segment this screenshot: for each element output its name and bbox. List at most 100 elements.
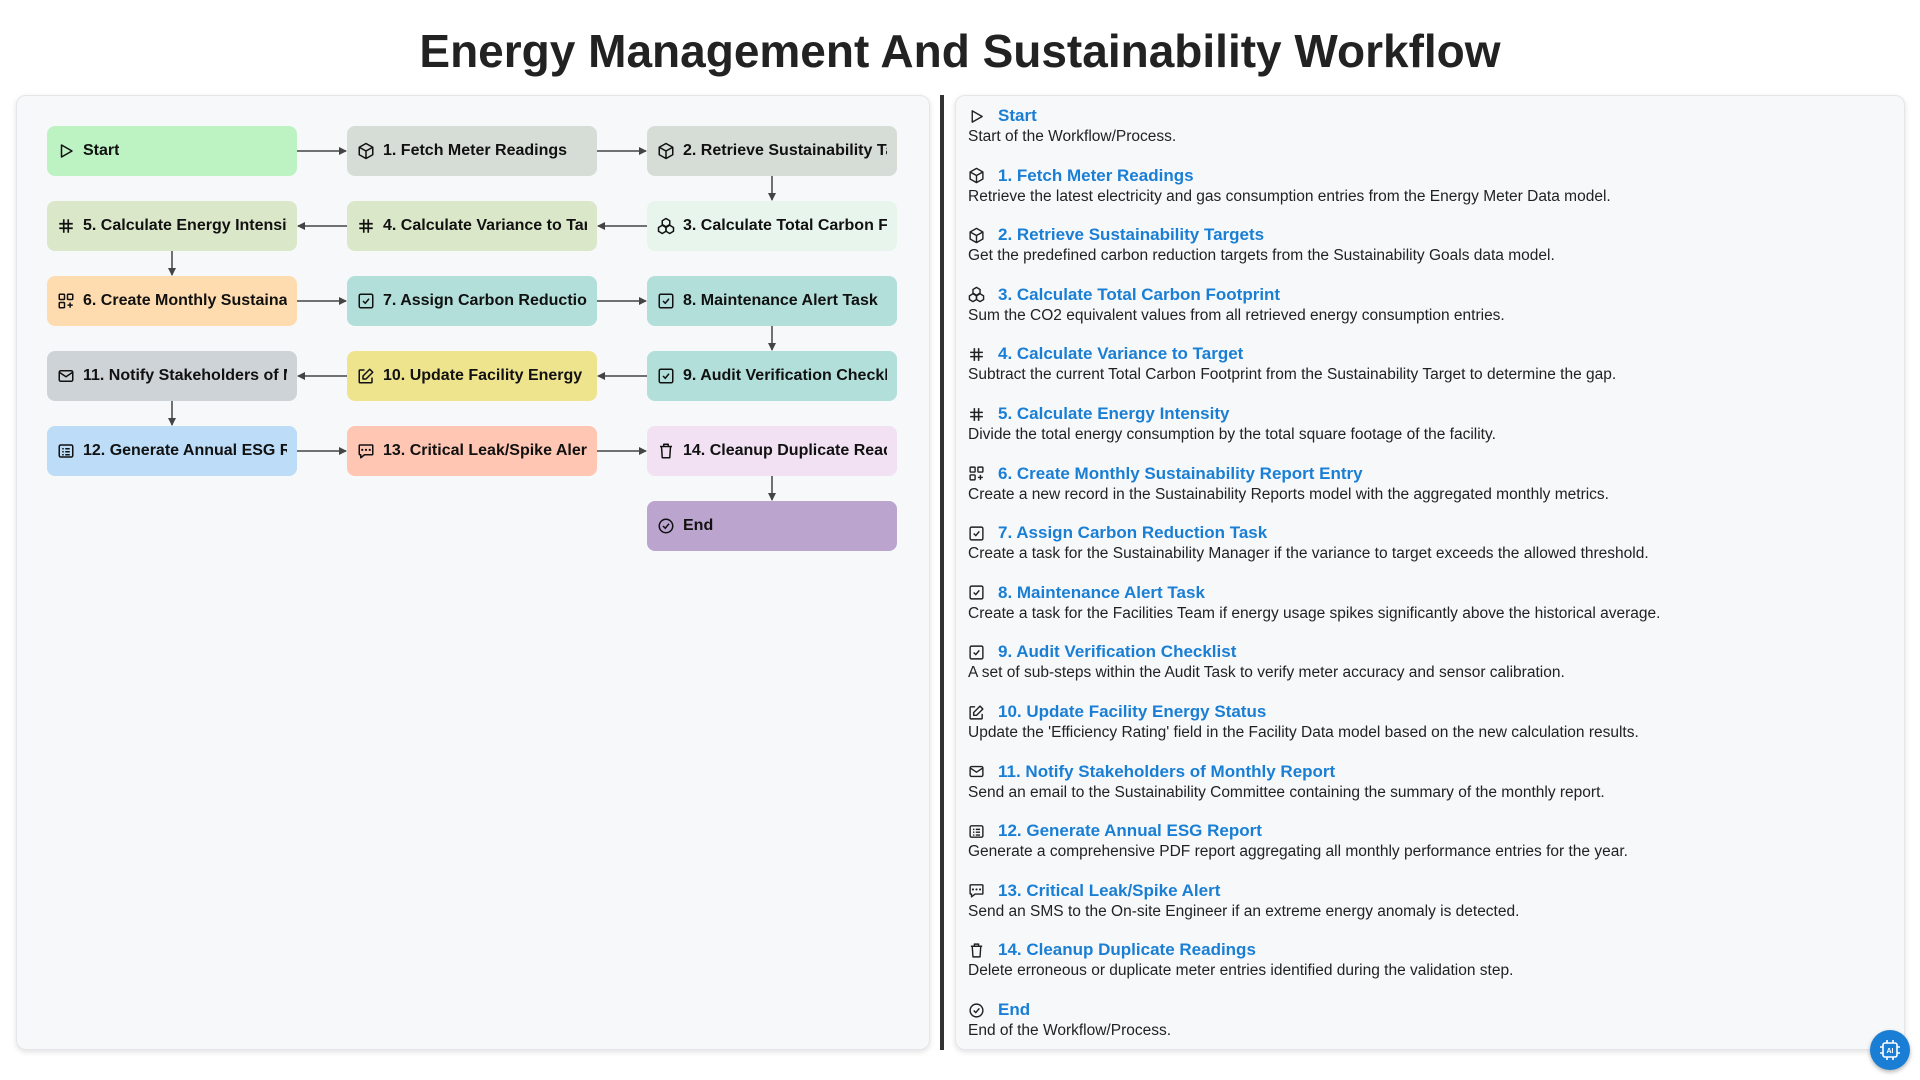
node-start[interactable]: Start [47,126,297,176]
cube-icon [658,142,674,160]
step-title-link[interactable]: 5. Calculate Energy Intensity [998,404,1229,424]
step-item: 4. Calculate Variance to Target Subtract … [968,343,1616,384]
node-label: 13. Critical Leak/Spike Alert [383,442,587,459]
step-description: Sum the CO2 equivalent values from all r… [968,306,1505,324]
cube-icon [969,227,984,243]
node-n14[interactable]: 14. Cleanup Duplicate Readings [647,426,897,476]
node-n12[interactable]: 12. Generate Annual ESG Report [47,426,297,476]
node-label: 1. Fetch Meter Readings [383,142,568,159]
checkbox-icon [969,645,984,660]
node-label: End [683,517,714,534]
step-title-link[interactable]: 10. Update Facility Energy Status [998,702,1266,722]
checkbox-icon [968,584,985,601]
node-n5[interactable]: 5. Calculate Energy Intensity [47,201,297,251]
cube-icon [968,167,985,184]
mail-icon [969,765,984,778]
report-icon [968,823,985,840]
sms-icon [968,882,985,899]
step-title-link[interactable]: 1. Fetch Meter Readings [998,166,1194,186]
step-item: 7. Assign Carbon Reduction Task Create a … [968,522,1649,563]
step-title-link[interactable]: 9. Audit Verification Checklist [998,642,1236,662]
cubes-icon [968,286,985,303]
node-n6[interactable]: 6. Create Monthly Sustainability Report … [47,276,297,326]
step-item: 2. Retrieve Sustainability Targets Get th… [968,224,1555,265]
edit-icon [358,368,374,384]
ai-chip-icon: AI [1880,1040,1900,1060]
step-description: Get the predefined carbon reduction targ… [968,247,1555,265]
step-description: Generate a comprehensive PDF report aggr… [968,843,1628,861]
checkbox-icon [658,368,674,384]
cube-icon [968,227,985,244]
node-n8[interactable]: 8. Maintenance Alert Task [647,276,897,326]
node-label: 3. Calculate Total Carbon Footprint [683,217,887,234]
node-end[interactable]: End [647,501,897,551]
trash-icon [660,443,672,459]
hash-icon [57,217,75,235]
mail-icon [57,367,75,385]
hash-icon [359,219,373,233]
checkbox-icon [657,367,675,385]
step-description: A set of sub-steps within the Audit Task… [968,664,1565,682]
step-description: Delete erroneous or duplicate meter entr… [968,962,1514,980]
node-n13[interactable]: 13. Critical Leak/Spike Alert [347,426,597,476]
step-title-link[interactable]: 2. Retrieve Sustainability Targets [998,225,1264,245]
step-title-link[interactable]: 12. Generate Annual ESG Report [998,821,1262,841]
panel-splitter[interactable] [940,95,944,1050]
node-n11[interactable]: 11. Notify Stakeholders of Monthly Repor… [47,351,297,401]
page-title: Energy Management And Sustainability Wor… [419,25,1501,77]
node-n2[interactable]: 2. Retrieve Sustainability Targets [647,126,897,176]
mail-icon [968,763,985,780]
node-n9[interactable]: 9. Audit Verification Checklist [647,351,897,401]
step-title-link[interactable]: Start [998,106,1037,126]
trash-icon [970,943,983,958]
step-title-link[interactable]: 11. Notify Stakeholders of Monthly Repor… [998,762,1335,782]
step-title-link[interactable]: 8. Maintenance Alert Task [998,583,1205,603]
trash-icon [657,442,675,460]
step-title-link[interactable]: 4. Calculate Variance to Target [998,344,1243,364]
node-label: 14. Cleanup Duplicate Readings [683,442,887,459]
svg-text:AI: AI [1887,1048,1894,1055]
check-circle-icon [968,1002,985,1019]
step-title-link[interactable]: 6. Create Monthly Sustainability Report … [998,464,1363,484]
hash-icon [968,406,985,423]
step-title-link[interactable]: 13. Critical Leak/Spike Alert [998,881,1220,901]
node-label: 7. Assign Carbon Reduction Task [383,292,587,309]
checkbox-icon [968,525,985,542]
step-title-link[interactable]: End [998,1000,1030,1020]
play-icon [57,142,75,160]
node-n10[interactable]: 10. Update Facility Energy Status [347,351,597,401]
step-item: 14. Cleanup Duplicate Readings Delete err… [968,939,1513,980]
step-item: Start Start of the Workflow/Process. [968,105,1176,146]
grid-plus-icon [58,293,74,309]
cube-icon [358,142,374,160]
hash-icon [970,348,983,361]
step-title-link[interactable]: 14. Cleanup Duplicate Readings [998,940,1256,960]
grid-plus-icon [57,292,75,310]
node-n4[interactable]: 4. Calculate Variance to Target [347,201,597,251]
cube-icon [657,142,675,160]
node-n1[interactable]: 1. Fetch Meter Readings [347,126,597,176]
edit-icon [357,367,375,385]
cubes-icon [968,287,985,303]
step-item: 12. Generate Annual ESG Report Generate a… [968,820,1628,861]
checkbox-icon [969,585,984,600]
cube-icon [357,142,375,160]
step-description: Send an SMS to the On-site Engineer if a… [968,902,1520,920]
mail-icon [58,370,74,382]
step-description: Retrieve the latest electricity and gas … [968,187,1611,205]
hash-icon [968,346,985,363]
check-circle-icon [657,517,675,535]
ai-assistant-button[interactable]: AI [1870,1030,1910,1070]
cube-icon [969,167,984,184]
step-item: 6. Create Monthly Sustainability Report … [968,463,1609,504]
checkbox-icon [657,292,675,310]
checkbox-icon [358,293,374,309]
step-title-link[interactable]: 3. Calculate Total Carbon Footprint [998,285,1280,305]
node-n7[interactable]: 7. Assign Carbon Reduction Task [347,276,597,326]
node-n3[interactable]: 3. Calculate Total Carbon Footprint [647,201,897,251]
step-title-link[interactable]: 7. Assign Carbon Reduction Task [998,523,1267,543]
play-icon [968,108,985,125]
checkbox-icon [968,644,985,661]
step-item: End End of the Workflow/Process. [968,999,1171,1040]
report-icon [58,444,74,458]
